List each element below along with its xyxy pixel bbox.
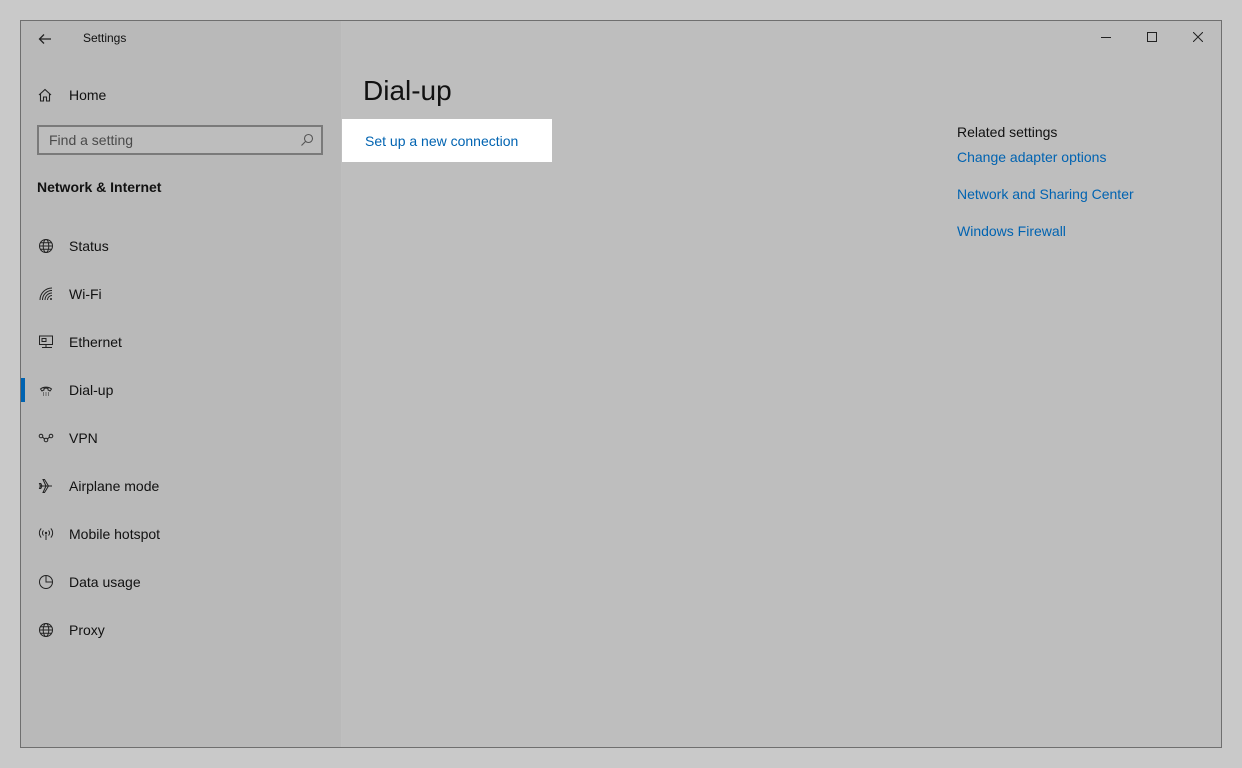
related-settings-heading: Related settings — [957, 124, 1058, 140]
sidebar-item-proxy[interactable]: Proxy — [21, 606, 341, 654]
sidebar-item-label: Wi-Fi — [69, 286, 102, 302]
airplane-icon — [37, 477, 55, 495]
data-usage-icon — [37, 573, 55, 591]
search-input[interactable] — [39, 127, 299, 153]
close-button[interactable] — [1175, 21, 1221, 53]
network-sharing-center-link[interactable]: Network and Sharing Center — [957, 186, 1134, 202]
sidebar-item-data-usage[interactable]: Data usage — [21, 558, 341, 606]
sidebar-item-dialup[interactable]: Dial-up — [21, 366, 341, 414]
sidebar-item-label: VPN — [69, 430, 98, 446]
settings-window: Settings Home Network & Internet Status — [20, 20, 1222, 748]
ethernet-icon — [37, 333, 55, 351]
sidebar-item-ethernet[interactable]: Ethernet — [21, 318, 341, 366]
page-title: Dial-up — [363, 75, 452, 106]
minimize-button[interactable] — [1083, 21, 1129, 53]
maximize-icon — [1147, 32, 1157, 42]
windows-firewall-link[interactable]: Windows Firewall — [957, 223, 1134, 239]
back-button[interactable] — [33, 27, 57, 51]
change-adapter-options-link[interactable]: Change adapter options — [957, 149, 1134, 165]
app-title: Settings — [83, 31, 127, 45]
vpn-icon — [37, 429, 55, 447]
related-settings: Related settings Change adapter options … — [957, 124, 1134, 260]
section-title: Network & Internet — [37, 179, 162, 195]
minimize-icon — [1101, 37, 1111, 38]
sidebar-item-status[interactable]: Status — [21, 222, 341, 270]
search-icon[interactable] — [299, 132, 315, 148]
sidebar-item-home[interactable]: Home — [37, 83, 106, 107]
sidebar-item-label: Mobile hotspot — [69, 526, 161, 542]
hotspot-icon — [37, 525, 55, 543]
sidebar-item-label: Data usage — [69, 574, 141, 590]
sidebar-item-label: Dial-up — [69, 382, 114, 398]
sidebar-item-label: Proxy — [69, 622, 105, 638]
sidebar-item-label: Ethernet — [69, 334, 122, 350]
setup-new-connection-link[interactable]: Set up a new connection — [365, 133, 518, 149]
dialup-icon — [37, 381, 55, 399]
home-label: Home — [69, 87, 107, 103]
home-icon — [38, 88, 52, 102]
globe-status-icon — [37, 237, 55, 255]
sidebar-item-airplane-mode[interactable]: Airplane mode — [21, 462, 341, 510]
sidebar-nav: Status Wi-Fi Ethernet Dial-up VPN Airpla… — [21, 222, 341, 654]
close-icon — [1193, 32, 1203, 42]
sidebar-item-mobile-hotspot[interactable]: Mobile hotspot — [21, 510, 341, 558]
sidebar-item-wifi[interactable]: Wi-Fi — [21, 270, 341, 318]
search-box[interactable] — [37, 125, 323, 155]
wifi-icon — [37, 285, 55, 303]
sidebar-item-vpn[interactable]: VPN — [21, 414, 341, 462]
sidebar: Settings Home Network & Internet Status — [21, 21, 341, 747]
window-controls — [1083, 21, 1221, 53]
back-arrow-icon — [38, 34, 51, 44]
main-content: Dial-up Set up a new connection Related … — [342, 21, 1221, 747]
globe-icon — [37, 621, 55, 639]
setup-connection-card: Set up a new connection — [342, 119, 552, 162]
sidebar-item-label: Status — [69, 238, 109, 254]
maximize-button[interactable] — [1129, 21, 1175, 53]
sidebar-item-label: Airplane mode — [69, 478, 160, 494]
